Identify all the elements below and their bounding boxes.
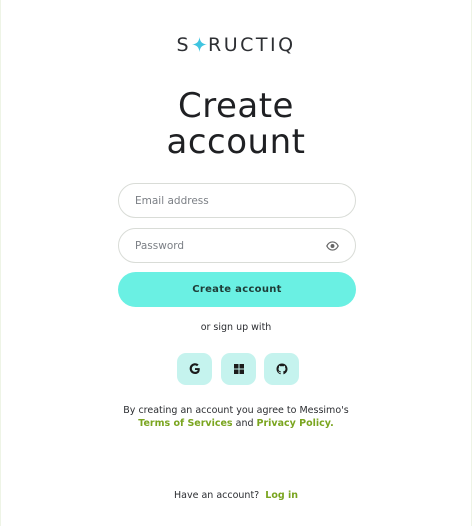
windows-icon — [233, 364, 244, 374]
social-divider-text: or sign up with — [200, 322, 272, 333]
privacy-policy-link[interactable]: Privacy Policy. — [257, 418, 334, 429]
email-field[interactable] — [118, 183, 356, 218]
terms-prefix: By creating an account you agree to Mess… — [123, 405, 349, 416]
sparkle-icon — [192, 37, 207, 52]
title-line-1: Create — [178, 86, 294, 126]
logo-text-end: RUCTIQ — [208, 34, 296, 56]
login-link[interactable]: Log in — [265, 490, 298, 501]
terms-conjunction: and — [235, 418, 254, 429]
terms-of-service-link[interactable]: Terms of Services — [138, 418, 232, 429]
microsoft-signup-button[interactable] — [221, 353, 256, 385]
create-account-button[interactable]: Create account — [118, 272, 356, 307]
password-field[interactable] — [118, 228, 356, 263]
terms-notice: By creating an account you agree to Mess… — [1, 404, 471, 430]
page-title: Create account — [1, 88, 471, 160]
google-icon — [189, 363, 200, 374]
brand-logo: S RUCTIQ — [1, 34, 471, 56]
github-signup-button[interactable] — [264, 353, 299, 385]
google-signup-button[interactable] — [177, 353, 212, 385]
logo-text-start: S — [176, 34, 191, 56]
login-question: Have an account? — [174, 490, 260, 501]
title-line-2: account — [166, 122, 306, 162]
email-input[interactable] — [135, 194, 339, 207]
eye-icon[interactable] — [326, 240, 339, 251]
signup-page: S RUCTIQ Create account Create account or… — [0, 0, 472, 526]
login-prompt: Have an account? Log in — [1, 490, 471, 501]
password-input[interactable] — [135, 239, 326, 252]
github-icon — [276, 363, 287, 375]
